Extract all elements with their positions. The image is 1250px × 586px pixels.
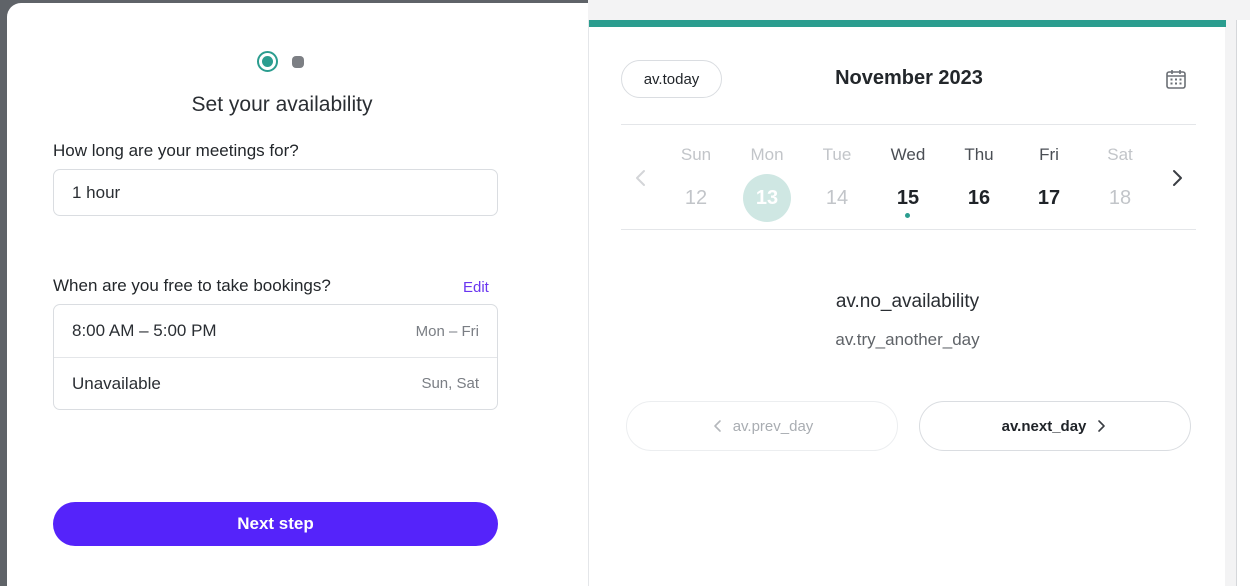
divider <box>621 124 1196 125</box>
day-number: 12 <box>684 186 708 209</box>
month-label: November 2023 <box>835 67 983 89</box>
chevron-left-icon <box>713 420 721 432</box>
day-name: Thu <box>964 145 994 164</box>
day-name: Tue <box>822 145 852 164</box>
prev-day-label: av.prev_day <box>732 417 814 435</box>
day-number: 18 <box>1108 186 1132 209</box>
today-button[interactable]: av.today <box>621 60 722 98</box>
step-indicator <box>257 51 307 73</box>
accent-bar <box>589 20 1226 27</box>
schedule-row-weekdays: 8:00 AM – 5:00 PM Mon – Fri <box>54 305 497 357</box>
schedule-time: 8:00 AM – 5:00 PM <box>72 321 217 340</box>
duration-question: How long are your meetings for? <box>53 141 299 160</box>
try-another-day-hint: av.try_another_day <box>835 330 980 349</box>
day-tue: Tue 14 <box>807 144 867 224</box>
meeting-duration-select[interactable]: 1 hour <box>53 169 498 216</box>
day-number: 17 <box>1037 186 1061 209</box>
day-name: Fri <box>1039 145 1059 164</box>
schedule-days: Mon – Fri <box>415 322 479 340</box>
day-name: Wed <box>890 145 926 164</box>
calendar-card: av.today November 2023 Sun 12 Mon 13 Tue <box>588 20 1226 586</box>
availability-question: When are you free to take bookings? <box>53 276 331 295</box>
next-day-button[interactable]: av.next_day <box>919 401 1191 451</box>
day-name: Sat <box>1107 145 1133 164</box>
panel-edge <box>1236 20 1250 586</box>
availability-modal: Set your availability How long are your … <box>7 3 588 586</box>
next-week-chevron-icon[interactable] <box>1165 166 1189 190</box>
modal-title: Set your availability <box>191 93 373 116</box>
day-fri[interactable]: Fri 17 <box>1019 144 1079 224</box>
schedule-time: Unavailable <box>72 373 161 393</box>
calendar-icon[interactable] <box>1164 67 1188 91</box>
day-name: Mon <box>750 145 784 164</box>
step-2-dot <box>292 56 304 68</box>
day-name: Sun <box>680 145 712 164</box>
chevron-right-icon <box>1098 420 1106 432</box>
day-thu[interactable]: Thu 16 <box>949 144 1009 224</box>
step-1-active-dot <box>257 51 278 72</box>
day-number: 15 <box>896 186 920 209</box>
next-step-button[interactable]: Next step <box>53 502 498 546</box>
schedule-list: 8:00 AM – 5:00 PM Mon – Fri Unavailable … <box>53 304 498 410</box>
day-number: 13 <box>755 186 779 209</box>
schedule-row-weekend: Unavailable Sun, Sat <box>54 357 497 409</box>
day-wed[interactable]: Wed 15 <box>878 144 938 224</box>
next-day-label: av.next_day <box>1001 417 1087 435</box>
today-dot <box>905 213 910 218</box>
edit-availability-link[interactable]: Edit <box>463 279 489 296</box>
day-mon-selected[interactable]: Mon 13 <box>737 144 797 224</box>
day-sun: Sun 12 <box>666 144 726 224</box>
no-availability-message: av.no_availability <box>835 291 980 312</box>
prev-week-chevron-icon[interactable] <box>629 166 653 190</box>
calendar-preview-panel: av.today November 2023 Sun 12 Mon 13 Tue <box>588 0 1250 586</box>
prev-day-button[interactable]: av.prev_day <box>626 401 898 451</box>
divider <box>621 229 1196 230</box>
day-sat: Sat 18 <box>1090 144 1150 224</box>
day-number: 16 <box>967 186 991 209</box>
day-number: 14 <box>825 186 849 209</box>
schedule-days: Sun, Sat <box>421 375 479 392</box>
